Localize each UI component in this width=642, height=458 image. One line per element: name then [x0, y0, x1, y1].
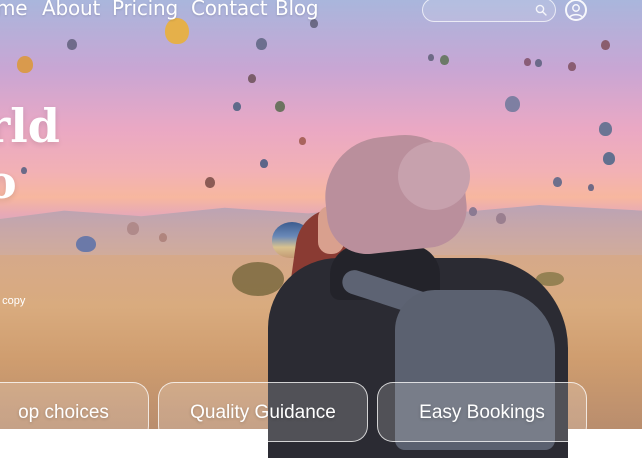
feature-card-easy-bookings[interactable]: Easy Bookings	[377, 382, 587, 442]
feature-card-label: op choices	[18, 402, 109, 423]
user-icon[interactable]	[565, 0, 587, 21]
nav-link-home[interactable]: me	[0, 0, 28, 20]
feature-card-label: Easy Bookings	[419, 402, 545, 423]
nav-link-contact[interactable]: Contact	[191, 0, 268, 20]
traveler-photo-subject	[0, 0, 642, 458]
nav-link-about[interactable]: About	[42, 0, 100, 20]
nav-link-blog[interactable]: Blog	[275, 0, 319, 20]
hero-copy: t copy	[0, 295, 26, 307]
search-icon[interactable]	[533, 1, 549, 19]
search-input[interactable]	[423, 3, 533, 17]
nav-link-pricing[interactable]: Pricing	[112, 0, 178, 20]
search-bar	[422, 0, 556, 22]
hero-title-line-2: o	[0, 155, 17, 209]
hero-title: rld o	[0, 98, 60, 210]
beanie-pompom	[398, 142, 470, 210]
hero-title-line-1: rld	[0, 99, 60, 153]
feature-card-top-choices[interactable]: op choices	[0, 382, 149, 442]
feature-card-label: Quality Guidance	[190, 402, 336, 423]
feature-card-quality-guidance[interactable]: Quality Guidance	[158, 382, 368, 442]
